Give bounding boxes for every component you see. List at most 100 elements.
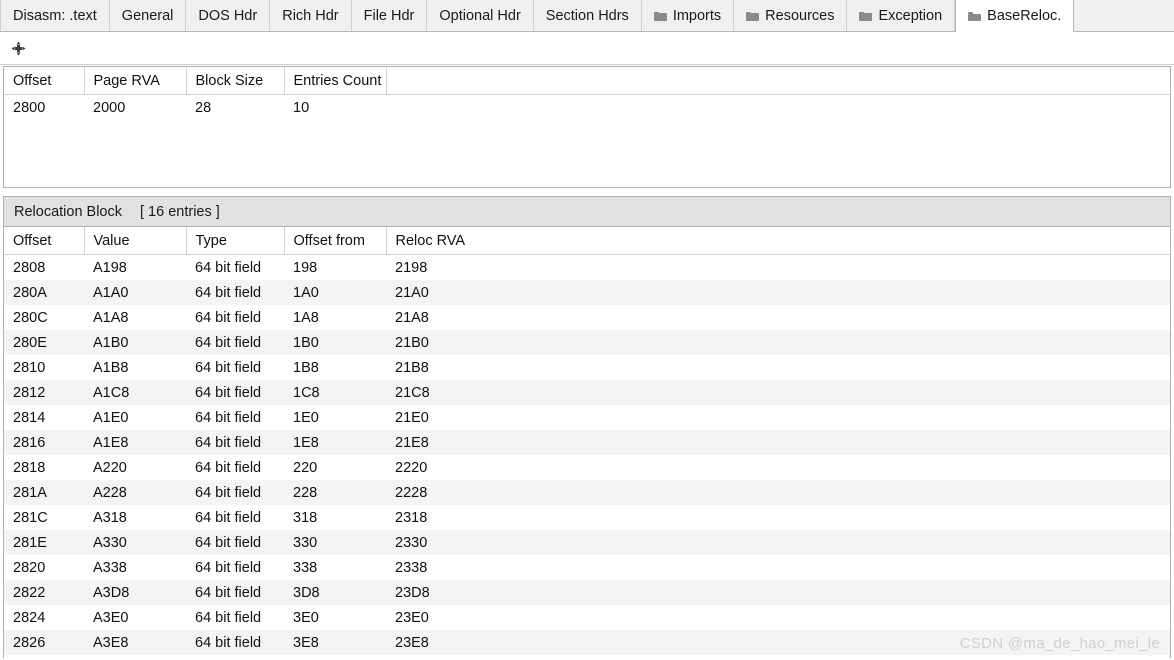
table-row[interactable]: 2816 A1E8 64 bit field 1E8 21E8 (4, 430, 1170, 455)
column-header-reloc-rva[interactable]: Reloc RVA (386, 227, 1170, 255)
tab-optional-hdr[interactable]: Optional Hdr (427, 0, 534, 31)
cell-reloc-rva: 21B0 (386, 330, 1170, 355)
cell-block-size: 28 (195, 99, 212, 116)
column-header-offset[interactable]: Offset (4, 67, 85, 95)
table-row[interactable]: 280A A1A0 64 bit field 1A0 21A0 (4, 280, 1170, 305)
table-row[interactable]: 2824 A3E0 64 bit field 3E0 23E0 (4, 605, 1170, 630)
tab-label: Optional Hdr (439, 7, 521, 24)
directory-table-header-row: Offset Page RVA Block Size Entries Count (4, 67, 1170, 95)
table-row[interactable]: 2820 A338 64 bit field 338 2338 (4, 555, 1170, 580)
table-row[interactable]: 2814 A1E0 64 bit field 1E0 21E0 (4, 405, 1170, 430)
cell-value: A3E8 (84, 630, 186, 655)
cell-offset-from: 1C8 (284, 380, 386, 405)
cell-type: 64 bit field (195, 359, 262, 376)
cell-reloc-rva: 2220 (395, 459, 428, 476)
tab-exception[interactable]: Exception (847, 0, 956, 31)
tab-disasm-text[interactable]: Disasm: .text (0, 0, 110, 31)
cell-offset-from: 220 (293, 459, 318, 476)
cell-reloc-rva: 21E0 (395, 409, 429, 426)
tab-label: Disasm: .text (13, 7, 97, 24)
cell-value: A318 (93, 509, 127, 526)
table-row[interactable]: 2822 A3D8 64 bit field 3D8 23D8 (4, 580, 1170, 605)
cell-type: 64 bit field (186, 530, 284, 555)
column-header-entries-count[interactable]: Entries Count (284, 67, 387, 95)
cell-reloc-rva: 2198 (395, 259, 428, 276)
table-row[interactable]: 2826 A3E8 64 bit field 3E8 23E8 (4, 630, 1170, 655)
relocation-block-entries-count: [ 16 entries ] (140, 203, 220, 220)
cell-value: A198 (93, 259, 127, 276)
tab-rich-hdr[interactable]: Rich Hdr (270, 0, 352, 31)
cell-offset-from: 3E0 (293, 609, 319, 626)
table-row[interactable]: 2800 2000 28 10 (4, 95, 1170, 121)
tab-label: Imports (672, 7, 722, 24)
column-header-offset-from[interactable]: Offset from (284, 227, 387, 255)
cell-reloc-rva: 21C8 (386, 380, 1170, 405)
cell-type: 64 bit field (195, 509, 262, 526)
cell-offset: 280E (4, 330, 84, 355)
cell-offset: 281E (4, 530, 84, 555)
cell-offset: 2820 (13, 559, 46, 576)
cell-value: A330 (84, 530, 186, 555)
tab-general[interactable]: General (109, 0, 187, 31)
tab-label: Resources (765, 7, 835, 24)
relocation-table-body: 2808 A198 64 bit field 198 2198 280A A1A0 64 bi… (4, 255, 1170, 655)
column-header-filler (386, 67, 1170, 95)
cell-offset: 2814 (13, 409, 46, 426)
cell-type: 64 bit field (186, 430, 284, 455)
table-row[interactable]: 280C A1A8 64 bit field 1A8 21A8 (4, 305, 1170, 330)
tab-dos-hdr[interactable]: DOS Hdr (186, 0, 271, 31)
cell-type: 64 bit field (186, 330, 284, 355)
tab-label: BaseReloc. (987, 8, 1062, 24)
cell-offset-from: 1E8 (284, 430, 386, 455)
column-header-page-rva[interactable]: Page RVA (84, 67, 187, 95)
relocation-block-title: Relocation Block (14, 203, 122, 220)
cell-reloc-rva: 2338 (395, 559, 428, 576)
tab-resources[interactable]: Resources (734, 0, 848, 31)
tab-label: Rich Hdr (282, 7, 339, 24)
cell-offset-from: 1A8 (293, 309, 319, 326)
move-icon[interactable] (11, 41, 26, 56)
tab-label: Exception (878, 7, 943, 24)
cell-type: 64 bit field (186, 280, 284, 305)
column-header-value[interactable]: Value (84, 227, 187, 255)
cell-reloc-rva: 21E8 (386, 430, 1170, 455)
cell-offset: 280C (13, 309, 48, 326)
table-row[interactable]: 281C A318 64 bit field 318 2318 (4, 505, 1170, 530)
cell-offset: 2810 (13, 359, 46, 376)
folder-icon (859, 11, 873, 21)
basereloc-directory-panel: Offset Page RVA Block Size Entries Count… (3, 66, 1171, 188)
tab-section-hdrs[interactable]: Section Hdrs (533, 0, 642, 31)
cell-offset: 2812 (4, 380, 84, 405)
table-row[interactable]: 281A A228 64 bit field 228 2228 (4, 480, 1170, 505)
cell-type: 64 bit field (186, 380, 284, 405)
column-header-type[interactable]: Type (186, 227, 285, 255)
cell-type: 64 bit field (186, 630, 284, 655)
table-row[interactable]: 2808 A198 64 bit field 198 2198 (4, 255, 1170, 281)
cell-reloc-rva: 21B8 (395, 359, 429, 376)
cell-type: 64 bit field (186, 480, 284, 505)
cell-offset-from: 1B8 (293, 359, 319, 376)
cell-type: 64 bit field (195, 409, 262, 426)
cell-value: A228 (84, 480, 186, 505)
column-header-block-size[interactable]: Block Size (186, 67, 285, 95)
cell-value: A1E0 (93, 409, 129, 426)
cell-offset: 2824 (13, 609, 46, 626)
folder-icon (746, 11, 760, 21)
table-row[interactable]: 281E A330 64 bit field 330 2330 (4, 530, 1170, 555)
cell-offset: 2808 (13, 259, 46, 276)
tab-file-hdr[interactable]: File Hdr (351, 0, 428, 31)
cell-reloc-rva: 2318 (395, 509, 428, 526)
table-row[interactable]: 2818 A220 64 bit field 220 2220 (4, 455, 1170, 480)
relocation-table-header-row: Offset Value Type Offset from Reloc RVA (4, 227, 1170, 255)
table-row[interactable]: 2812 A1C8 64 bit field 1C8 21C8 (4, 380, 1170, 405)
column-header-offset[interactable]: Offset (4, 227, 85, 255)
table-row[interactable]: 2810 A1B8 64 bit field 1B8 21B8 (4, 355, 1170, 380)
tab-label: File Hdr (363, 7, 415, 24)
tab-basereloc[interactable]: BaseReloc. (955, 0, 1075, 32)
cell-offset: 281A (4, 480, 84, 505)
cell-value: A220 (93, 459, 127, 476)
cell-value: A1B8 (93, 359, 129, 376)
table-row[interactable]: 280E A1B0 64 bit field 1B0 21B0 (4, 330, 1170, 355)
cell-reloc-rva: 21A0 (386, 280, 1170, 305)
tab-imports[interactable]: Imports (641, 0, 735, 31)
